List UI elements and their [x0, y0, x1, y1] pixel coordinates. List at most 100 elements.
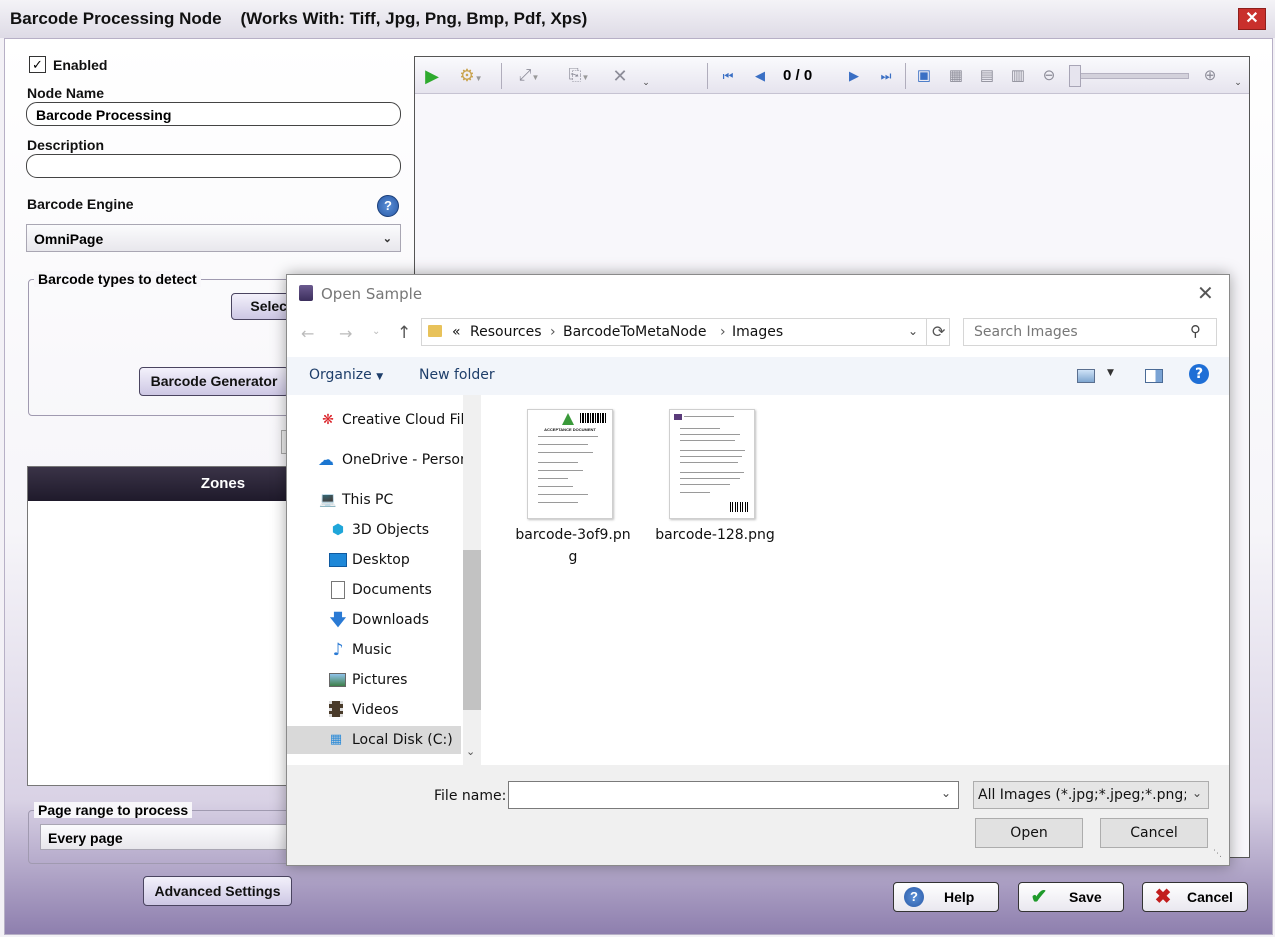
help-icon[interactable]: ? — [1189, 364, 1209, 384]
breadcrumb-item[interactable]: Resources — [470, 324, 542, 340]
nav-item-desktop[interactable]: Desktop — [287, 546, 463, 574]
dialog-close-icon[interactable]: ✕ — [1197, 281, 1214, 305]
chevron-down-icon: ⌄ — [382, 233, 392, 245]
zoom-out-icon[interactable]: ⊖ — [1038, 65, 1060, 87]
page-range-select[interactable]: Every page — [40, 824, 290, 850]
page-range-label: Page range to process — [34, 802, 193, 818]
up-arrow-icon[interactable]: ↑ — [397, 323, 411, 343]
nav-item-label: OneDrive - Personal — [342, 452, 463, 468]
nav-item-videos[interactable]: Videos — [287, 696, 463, 724]
resize-grip-icon[interactable]: ⋱ — [1213, 849, 1222, 859]
gear-icon[interactable]: ⚙▼ — [451, 65, 491, 87]
enabled-checkbox[interactable]: ✓ — [29, 56, 46, 73]
auto-fit-icon[interactable]: ⤢▼ — [509, 65, 549, 87]
last-page-icon[interactable]: ⏭ — [875, 65, 897, 87]
cancel-button-label: Cancel — [1187, 889, 1233, 905]
chevron-down-icon[interactable]: ⌄ — [1192, 786, 1202, 800]
zoom-in-icon[interactable]: ⊕ — [1199, 65, 1221, 87]
file-type-select[interactable]: All Images (*.jpg;*.jpeg;*.png;*.g ⌄ — [973, 781, 1209, 809]
recent-locations-icon[interactable]: ⌄ — [372, 326, 380, 337]
scanner-icon[interactable]: ⎘▼ — [559, 65, 599, 87]
chevron-down-icon[interactable]: ⌄ — [941, 786, 951, 800]
file-thumbnail — [669, 409, 755, 519]
help-button[interactable]: ? Help — [893, 882, 999, 912]
zoom-slider[interactable] — [1069, 73, 1189, 79]
fit-height-icon[interactable]: ▥ — [1007, 65, 1029, 87]
toolbar-overflow-icon[interactable]: ⌄ — [635, 71, 657, 93]
node-name-input[interactable]: Barcode Processing — [26, 102, 401, 126]
help-circle-icon: ? — [904, 887, 924, 907]
file-name-input[interactable]: ⌄ — [508, 781, 959, 809]
logo-icon — [674, 414, 682, 420]
scroll-down-icon[interactable]: ⌄ — [466, 745, 475, 758]
chevron-down-icon[interactable]: ⌄ — [908, 324, 918, 338]
barcode-engine-select[interactable]: OmniPage ⌄ — [26, 224, 401, 252]
organize-label: Organize — [309, 367, 372, 383]
cancel-button[interactable]: ✖ Cancel — [1142, 882, 1248, 912]
nav-scrollbar[interactable]: ⌄ — [463, 395, 481, 765]
nav-item-local-disk[interactable]: ▦ Local Disk (C:) — [287, 726, 461, 754]
nav-item-music[interactable]: ♪ Music — [287, 636, 463, 664]
prev-page-icon[interactable]: ◀ — [749, 65, 771, 87]
new-folder-button[interactable]: New folder — [419, 367, 495, 383]
back-arrow-icon[interactable]: ← — [301, 324, 314, 343]
videos-icon — [329, 701, 347, 719]
app-icon — [299, 285, 313, 301]
window-close-button[interactable]: ✕ — [1238, 8, 1266, 30]
organize-menu[interactable]: Organize ▼ — [309, 367, 383, 383]
file-item[interactable]: ACCEPTANCE DOCUMENT barcode-3of9.pn g — [513, 405, 633, 575]
breadcrumb-prefix: « — [452, 324, 461, 340]
dialog-cancel-button[interactable]: Cancel — [1100, 818, 1208, 848]
description-input[interactable] — [26, 154, 401, 178]
nav-item-creative-cloud[interactable]: ❋ Creative Cloud Files — [287, 406, 463, 434]
save-button[interactable]: ✔ Save — [1018, 882, 1124, 912]
file-item[interactable]: barcode-128.png — [655, 405, 775, 575]
advanced-settings-button[interactable]: Advanced Settings — [143, 876, 292, 906]
delete-icon[interactable]: ✕ — [609, 65, 631, 87]
barcode-generator-button[interactable]: Barcode Generator — [139, 367, 289, 396]
search-box[interactable]: Search Images ⚲ — [963, 318, 1217, 346]
page-current: 0 — [783, 67, 792, 84]
save-button-label: Save — [1069, 889, 1102, 905]
nav-item-onedrive[interactable]: ☁ OneDrive - Personal — [287, 446, 463, 474]
nav-item-label: Downloads — [352, 612, 429, 628]
open-button[interactable]: Open — [975, 818, 1083, 848]
nav-item-this-pc[interactable]: 💻 This PC — [287, 486, 463, 514]
nav-item-label: Music — [352, 642, 392, 658]
refresh-icon[interactable]: ⟳ — [932, 322, 945, 341]
search-input[interactable]: Search Images — [974, 324, 1078, 340]
nav-scrollbar-thumb[interactable] — [463, 550, 481, 710]
preview-pane-icon[interactable] — [1145, 369, 1163, 383]
first-page-icon[interactable]: ⏮ — [717, 65, 739, 87]
play-icon[interactable]: ▶ — [421, 65, 443, 87]
breadcrumb-separator: › — [550, 324, 556, 340]
barcode-types-label: Barcode types to detect — [34, 271, 201, 287]
address-bar[interactable]: « Resources › BarcodeToMetaNode › Images… — [421, 318, 950, 346]
creative-cloud-icon: ❋ — [322, 412, 334, 428]
breadcrumb-separator: › — [720, 324, 726, 340]
breadcrumb-item[interactable]: BarcodeToMetaNode — [563, 324, 706, 340]
desktop-icon — [329, 551, 347, 569]
nav-item-downloads[interactable]: 🡇 Downloads — [287, 606, 463, 634]
help-icon[interactable]: ? — [377, 195, 399, 217]
zoom-slider-thumb[interactable] — [1069, 65, 1081, 87]
search-icon[interactable]: ⚲ — [1190, 322, 1201, 340]
nav-item-pictures[interactable]: Pictures — [287, 666, 463, 694]
folder-icon — [428, 325, 442, 337]
navigation-pane: ❋ Creative Cloud Files ☁ OneDrive - Person… — [287, 395, 481, 765]
enabled-label: Enabled — [53, 57, 108, 73]
open-sample-dialog: Open Sample ✕ ← → ⌄ ↑ « Resources › Barc… — [286, 274, 1230, 866]
nav-item-documents[interactable]: Documents — [287, 576, 463, 604]
view-dropdown-icon[interactable]: ▼ — [1107, 368, 1114, 378]
next-page-icon[interactable]: ▶ — [843, 65, 865, 87]
file-name: barcode-3of9.pn — [515, 527, 631, 543]
breadcrumb-item[interactable]: Images — [732, 324, 783, 340]
view-options-icon[interactable] — [1077, 369, 1095, 383]
fit-page-icon[interactable]: ▦ — [945, 65, 967, 87]
forward-arrow-icon[interactable]: → — [339, 324, 352, 343]
fit-width-icon[interactable]: ▤ — [976, 65, 998, 87]
toolbar-overflow-icon-2[interactable]: ⌄ — [1227, 71, 1249, 93]
nav-item-label: Local Disk (C:) — [352, 732, 453, 748]
image-icon[interactable]: ▣ — [913, 65, 935, 87]
nav-item-3d-objects[interactable]: ⬢ 3D Objects — [287, 516, 463, 544]
